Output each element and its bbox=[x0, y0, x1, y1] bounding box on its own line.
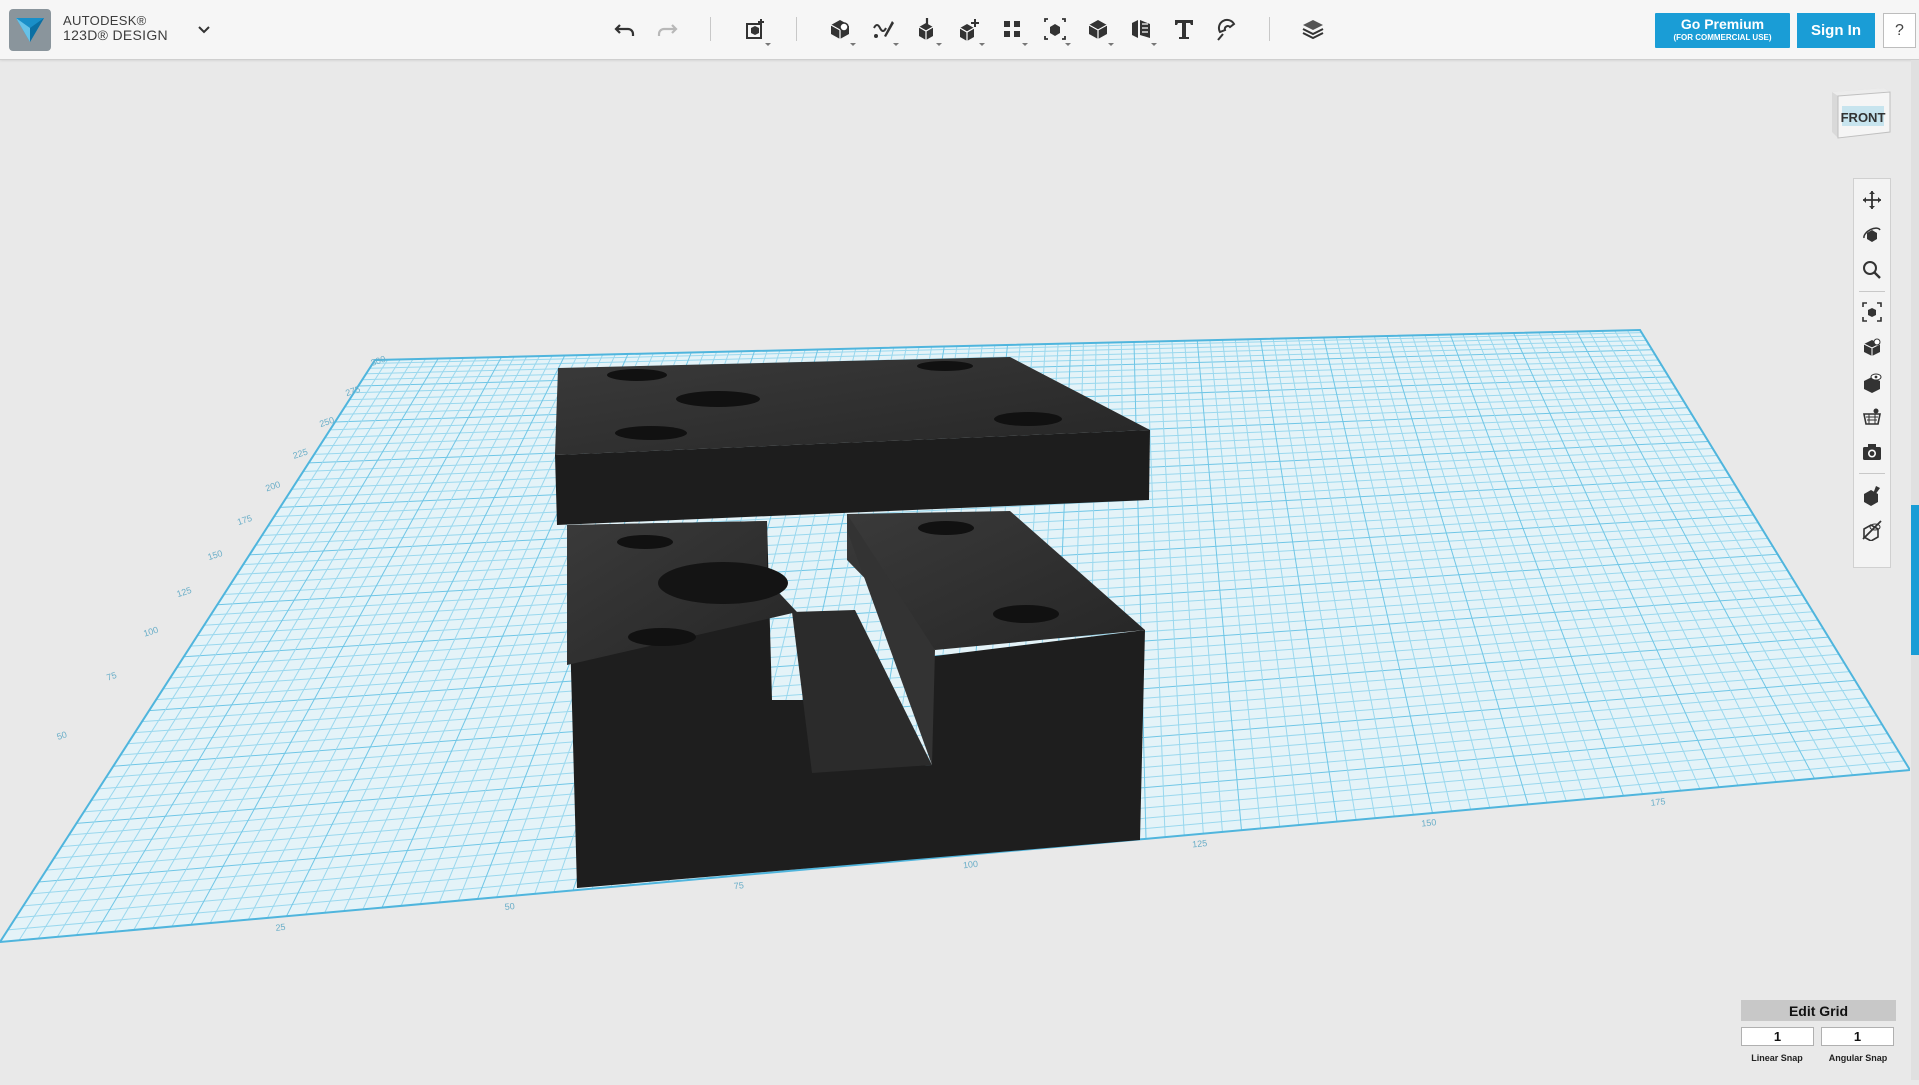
fit-button[interactable] bbox=[1857, 297, 1887, 327]
brand-line1: AUTODESK® bbox=[63, 13, 147, 28]
y-axis-tick-label: 50 bbox=[56, 729, 69, 742]
chevron-down-icon[interactable] bbox=[194, 22, 214, 38]
go-premium-label: Go Premium bbox=[1680, 16, 1765, 32]
text-icon bbox=[1175, 20, 1193, 39]
combine-button[interactable] bbox=[1080, 12, 1116, 46]
hide-button[interactable] bbox=[1857, 480, 1887, 510]
linear-snap-label: Linear Snap bbox=[1751, 1053, 1803, 1063]
snap-button[interactable] bbox=[1209, 12, 1245, 46]
construct-button[interactable] bbox=[908, 12, 944, 46]
undo-button[interactable] bbox=[607, 12, 643, 46]
3d-viewport[interactable]: 25 50 75 100 125 150 175 50 75 100 125 150 175 200 225… bbox=[0, 60, 1912, 1080]
material-icon bbox=[1302, 20, 1324, 40]
show-all-icon bbox=[1862, 520, 1882, 541]
app-brand: AUTODESK® 123D® DESIGN bbox=[63, 13, 168, 43]
pan-button[interactable] bbox=[1857, 185, 1887, 215]
x-axis-tick-label: 125 bbox=[1192, 838, 1208, 850]
linear-snap-input[interactable] bbox=[1741, 1027, 1814, 1046]
edit-grid-button[interactable]: Edit Grid bbox=[1741, 1000, 1896, 1021]
views-icon bbox=[1863, 338, 1881, 356]
grouping-button[interactable] bbox=[1037, 12, 1073, 46]
x-axis-tick-label: 25 bbox=[275, 922, 286, 933]
views-button[interactable] bbox=[1857, 332, 1887, 362]
navigation-bar bbox=[1853, 178, 1891, 568]
toolbar-divider bbox=[1269, 17, 1270, 41]
orbit-icon bbox=[1863, 227, 1881, 242]
brand-line2: 123D® DESIGN bbox=[63, 27, 168, 43]
edit-grid-panel: Edit Grid Linear Snap Angular Snap bbox=[1741, 1000, 1896, 1070]
navbar-divider bbox=[1859, 291, 1885, 292]
go-premium-button[interactable]: Go Premium (FOR COMMERCIAL USE) bbox=[1655, 13, 1790, 48]
modify-button[interactable] bbox=[951, 12, 987, 46]
zoom-button[interactable] bbox=[1857, 255, 1887, 285]
pattern-icon bbox=[1004, 21, 1020, 37]
modify-icon bbox=[959, 19, 979, 41]
angular-snap-label: Angular Snap bbox=[1828, 1053, 1888, 1063]
material-view-icon bbox=[1863, 408, 1881, 425]
text-button[interactable] bbox=[1166, 12, 1202, 46]
transform-icon bbox=[746, 19, 764, 39]
construct-icon bbox=[918, 18, 934, 40]
y-axis-tick-label: 125 bbox=[175, 585, 192, 599]
lower-block[interactable] bbox=[567, 511, 1145, 888]
visibility-button[interactable] bbox=[1857, 367, 1887, 397]
app-logo-icon[interactable] bbox=[8, 8, 52, 52]
toolbar-divider bbox=[796, 17, 797, 41]
primitives-button[interactable] bbox=[822, 12, 858, 46]
x-axis-tick-label: 50 bbox=[504, 901, 515, 912]
measure-icon bbox=[1132, 20, 1150, 38]
x-axis-tick-label: 75 bbox=[733, 880, 744, 891]
workplane-grid: 25 50 75 100 125 150 175 50 75 100 125 150 175 200 225… bbox=[0, 328, 1912, 944]
transform-button[interactable] bbox=[737, 12, 773, 46]
y-axis-tick-label: 175 bbox=[236, 513, 253, 527]
y-axis-tick-label: 100 bbox=[142, 625, 159, 639]
viewcube[interactable]: FRONT bbox=[1826, 82, 1894, 148]
snap-icon bbox=[1217, 18, 1236, 41]
combine-icon bbox=[1088, 20, 1108, 39]
visibility-icon bbox=[1864, 373, 1882, 393]
viewcube-face-label: FRONT bbox=[1841, 110, 1886, 125]
pattern-button[interactable] bbox=[994, 12, 1030, 46]
sketch-icon bbox=[873, 21, 894, 38]
measure-button[interactable] bbox=[1123, 12, 1159, 46]
fit-icon bbox=[1862, 302, 1882, 322]
undo-icon bbox=[614, 24, 635, 36]
orbit-button[interactable] bbox=[1857, 220, 1887, 250]
top-toolbar: AUTODESK® 123D® DESIGN Go Premium (FOR C… bbox=[0, 0, 1919, 60]
toolbar-divider bbox=[710, 17, 711, 41]
redo-icon bbox=[657, 24, 678, 36]
y-axis-tick-label: 225 bbox=[292, 447, 309, 461]
sketch-button[interactable] bbox=[865, 12, 901, 46]
x-axis-tick-label: 175 bbox=[1650, 796, 1666, 808]
x-axis-tick-label: 150 bbox=[1421, 817, 1437, 829]
screenshot-button[interactable] bbox=[1857, 437, 1887, 467]
y-axis-tick-label: 75 bbox=[105, 670, 118, 683]
grouping-icon bbox=[1044, 18, 1066, 40]
pan-icon bbox=[1863, 191, 1881, 209]
hide-icon bbox=[1864, 486, 1880, 506]
help-button[interactable]: ? bbox=[1883, 13, 1916, 48]
expand-panel-icon[interactable] bbox=[1912, 570, 1918, 584]
primitives-icon bbox=[830, 20, 850, 39]
zoom-icon bbox=[1863, 261, 1881, 279]
redo-button[interactable] bbox=[649, 12, 685, 46]
y-axis-tick-label: 150 bbox=[206, 548, 223, 562]
material-button[interactable] bbox=[1295, 12, 1331, 46]
y-axis-tick-label: 200 bbox=[264, 479, 281, 493]
go-premium-sublabel: (FOR COMMERCIAL USE) bbox=[1673, 33, 1772, 42]
x-axis-tick-label: 100 bbox=[962, 859, 978, 871]
screenshot-icon bbox=[1863, 444, 1881, 460]
angular-snap-input[interactable] bbox=[1821, 1027, 1894, 1046]
navbar-divider bbox=[1859, 473, 1885, 474]
material-view-button[interactable] bbox=[1857, 402, 1887, 432]
show-all-button[interactable] bbox=[1857, 515, 1887, 545]
sign-in-button[interactable]: Sign In bbox=[1797, 13, 1875, 48]
